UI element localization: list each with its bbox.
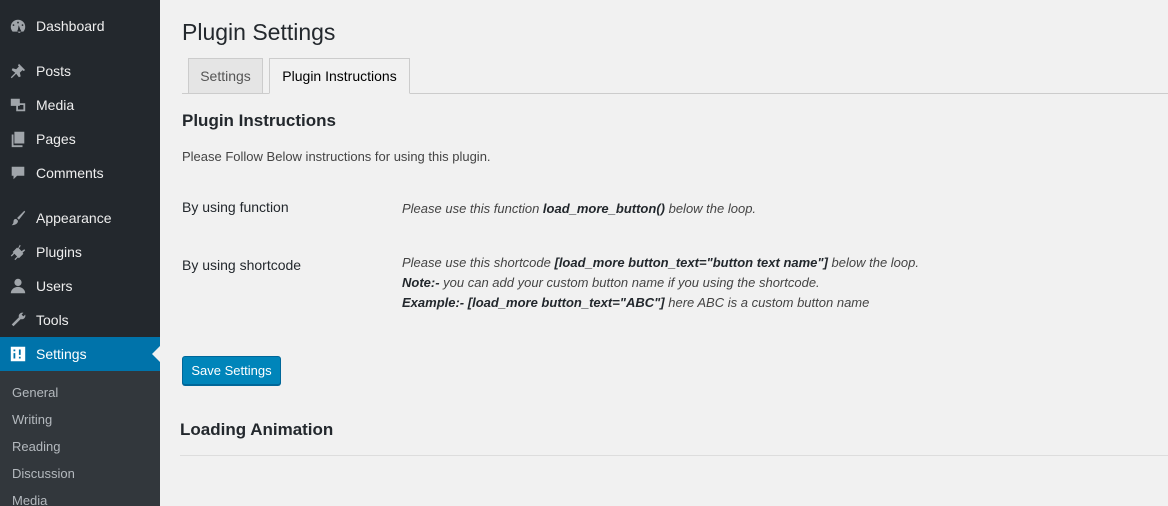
shortcode-row-line1: Please use this shortcode [load_more but…: [402, 255, 919, 270]
section-heading-loading-animation: Loading Animation: [180, 420, 334, 439]
function-code: load_more_button(): [542, 201, 665, 216]
example-code: [load_more button_text="ABC"]: [464, 295, 665, 310]
submenu-item-writing[interactable]: Writing: [12, 412, 52, 427]
menu-label: Appearance: [36, 210, 112, 226]
submenu-item-general[interactable]: General: [12, 385, 58, 400]
page-title: Plugin Settings: [182, 19, 336, 45]
dashboard-icon: [8, 16, 28, 36]
menu-item-pages[interactable]: Pages: [0, 122, 160, 156]
section-heading-instructions: Plugin Instructions: [182, 111, 336, 130]
example-label: Example:-: [402, 295, 465, 310]
menu-item-plugins[interactable]: Plugins: [0, 235, 160, 269]
menu-item-media[interactable]: Media: [0, 88, 160, 122]
settings-submenu: General Writing Reading Discussion Media: [0, 371, 160, 506]
menu-item-tools[interactable]: Tools: [0, 303, 160, 337]
instructions-intro: Please Follow Below instructions for usi…: [182, 149, 491, 164]
function-row-text: Please use this function load_more_butto…: [402, 201, 757, 216]
shortcode-note: Note:- you can add your custom button na…: [402, 275, 820, 290]
users-icon: [8, 276, 28, 296]
pushpin-icon: [8, 61, 28, 81]
save-settings-button[interactable]: Save Settings: [182, 356, 281, 385]
menu-label: Posts: [36, 63, 72, 79]
menu-item-users[interactable]: Users: [0, 269, 160, 303]
media-icon: [8, 95, 28, 115]
menu-label: Settings: [36, 346, 87, 362]
comments-icon: [8, 163, 28, 183]
shortcode-row-label: By using shortcode: [182, 257, 302, 273]
tab-plugin-instructions[interactable]: Plugin Instructions: [269, 58, 410, 94]
submenu-item-discussion[interactable]: Discussion: [12, 466, 75, 481]
menu-label: Media: [36, 97, 75, 113]
menu-label: Users: [36, 278, 73, 294]
settings-sliders-icon: [8, 344, 28, 364]
menu-label: Pages: [36, 131, 76, 147]
wrench-icon: [8, 310, 28, 330]
shortcode-code: [load_more button_text="button text name…: [554, 255, 828, 270]
note-label: Note:-: [402, 275, 440, 290]
menu-item-appearance[interactable]: Appearance: [0, 201, 160, 235]
menu-label: Dashboard: [36, 18, 105, 34]
shortcode-example: Example:- [load_more button_text="ABC"] …: [402, 295, 870, 310]
brush-icon: [8, 208, 28, 228]
menu-item-posts[interactable]: Posts: [0, 54, 160, 88]
menu-label: Tools: [36, 312, 69, 328]
tab-settings[interactable]: Settings: [188, 58, 263, 94]
menu-label: Plugins: [36, 244, 82, 260]
function-row-label: By using function: [182, 199, 289, 215]
submenu-item-media[interactable]: Media: [12, 493, 47, 506]
plug-icon: [8, 242, 28, 262]
menu-item-dashboard[interactable]: Dashboard: [0, 9, 160, 43]
pages-icon: [8, 129, 28, 149]
menu-label: Comments: [36, 165, 104, 181]
menu-item-comments[interactable]: Comments: [0, 156, 160, 190]
section-divider: [180, 455, 1168, 456]
admin-sidebar: Dashboard Posts Media Pages Comments App…: [0, 0, 160, 506]
menu-item-settings[interactable]: Settings: [0, 337, 160, 371]
submenu-item-reading[interactable]: Reading: [12, 439, 60, 454]
